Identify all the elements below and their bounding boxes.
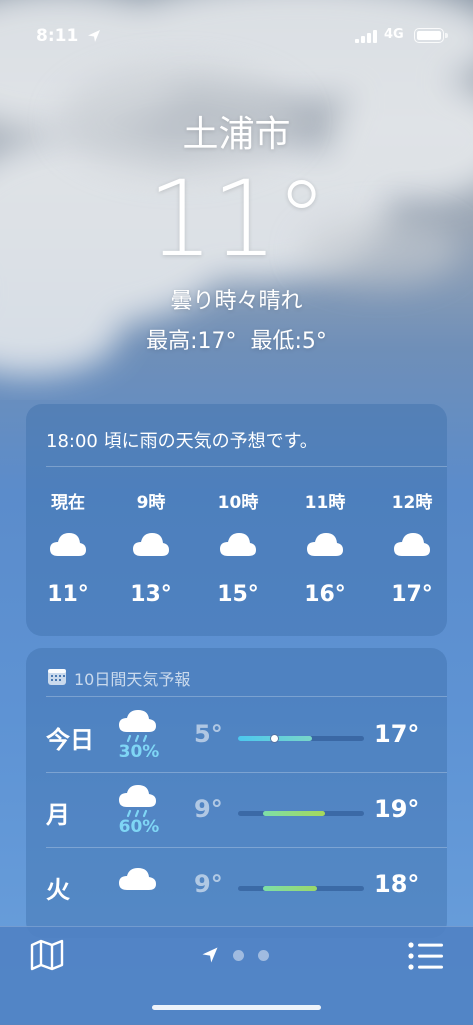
hour-temp: 13° (130, 582, 172, 607)
temp-range-bar (263, 886, 317, 891)
forecast-row-today[interactable]: 今日 30% 5° 17° (26, 698, 447, 773)
temp-range-track (238, 811, 364, 816)
cloud-icon (119, 868, 156, 890)
forecast-row-monday[interactable]: 月 60% 9° 19° (26, 773, 447, 848)
temp-range-track (238, 734, 364, 743)
ten-day-forecast-card[interactable]: 10日間天気予報 今日 30% 5° 17° 月 60% 9° 19° 火 9°… (26, 648, 447, 938)
city-name: 土浦市 (182, 114, 291, 155)
location-arrow-icon (88, 30, 100, 42)
calendar-icon (48, 669, 66, 685)
temp-range-track (238, 886, 364, 891)
home-indicator[interactable] (152, 1005, 321, 1010)
hourly-item: 現在 11° (33, 488, 103, 607)
high-temp: 19° (374, 795, 420, 823)
hour-temp: 17° (391, 582, 433, 607)
list-icon[interactable] (408, 941, 444, 971)
high-temp: 17° (374, 720, 420, 748)
precip-chance: 60% (118, 817, 160, 837)
bottom-toolbar (0, 926, 473, 1025)
hour-temp: 15° (217, 582, 259, 607)
status-bar: 8:11 4G (0, 22, 473, 54)
hour-label: 9時 (136, 493, 166, 513)
cloud-icon (394, 533, 430, 556)
weather-condition: 曇り時々晴れ (170, 289, 303, 314)
forecast-title: 10日間天気予報 (74, 670, 191, 689)
page-indicator[interactable] (200, 945, 280, 965)
high-temp: 18° (374, 870, 420, 898)
location-arrow-icon (202, 947, 218, 963)
hour-label: 現在 (51, 493, 85, 513)
current-temp-marker (270, 734, 279, 743)
hourly-item: 9時 13° (116, 488, 186, 607)
low-temp: 5° (194, 720, 223, 748)
divider (46, 466, 447, 467)
status-time: 8:11 (36, 26, 79, 46)
network-type: 4G (384, 27, 404, 42)
day-label: 今日 (46, 726, 94, 754)
map-icon[interactable] (30, 939, 64, 971)
hour-label: 11時 (304, 493, 346, 513)
rain-forecast-banner: 18:00 頃に雨の天気の予想です。 (46, 431, 318, 452)
cloud-icon (133, 533, 169, 556)
hour-label: 12時 (391, 493, 433, 513)
day-label: 火 (46, 876, 70, 904)
hourly-item: 11時 16° (290, 488, 360, 607)
high-low-temperature: 最高:17° 最低:5° (146, 329, 327, 354)
hour-temp: 11° (47, 582, 89, 607)
hourly-item: 12時 17° (377, 488, 447, 607)
temp-range-bar (263, 811, 325, 816)
cloud-icon (50, 533, 86, 556)
day-label: 月 (46, 801, 70, 829)
page-dot (233, 950, 244, 961)
hourly-item: 10時 15° (203, 488, 273, 607)
page-dot (258, 950, 269, 961)
forecast-header: 10日間天気予報 (48, 666, 190, 690)
battery-icon (414, 28, 448, 43)
cloud-icon (220, 533, 256, 556)
cloud-icon (307, 533, 343, 556)
low-temp: 9° (194, 795, 223, 823)
hour-temp: 16° (304, 582, 346, 607)
hour-label: 10時 (217, 493, 259, 513)
hourly-forecast-card[interactable]: 18:00 頃に雨の天気の予想です。 現在 11° 9時 13° 10時 15°… (26, 404, 447, 636)
cellular-signal-icon (355, 30, 377, 43)
current-temperature: 11° (147, 158, 327, 280)
forecast-row-tuesday[interactable]: 火 9° 18° (26, 848, 447, 923)
precip-chance: 30% (118, 742, 160, 762)
divider (46, 696, 447, 697)
low-temp: 9° (194, 870, 223, 898)
